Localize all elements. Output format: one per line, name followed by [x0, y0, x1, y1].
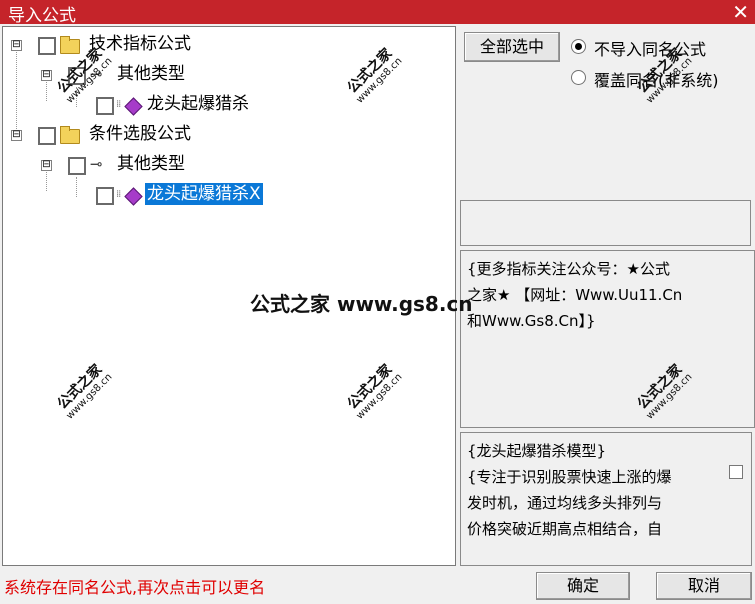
link-icon: ⁞⁞	[116, 99, 121, 110]
tree-leaf-formula[interactable]: ⁞⁞ 龙头起爆猎杀	[3, 94, 303, 119]
empty-field	[460, 200, 751, 246]
tree-node-technical[interactable]: ⊟ 技术指标公式	[3, 34, 303, 59]
checkbox[interactable]	[96, 97, 114, 115]
checkbox[interactable]	[38, 37, 56, 55]
folder-icon	[60, 36, 80, 54]
cancel-button[interactable]: 取消	[656, 572, 752, 600]
checkbox[interactable]	[38, 127, 56, 145]
tree-node-stock-select[interactable]: ⊟ 条件选股公式	[3, 124, 303, 149]
tree-node-label: 条件选股公式	[89, 124, 191, 144]
tree-node-other-type[interactable]: ⊟ ⊸ 其他类型	[3, 154, 303, 179]
status-message: 系统存在同名公式,再次点击可以更名	[4, 578, 266, 597]
description-box: {龙头起爆猎杀模型} {专注于识别股票快速上涨的爆 发时机，通过均线多头排列与 …	[460, 432, 752, 566]
tree-leaf-formula-selected[interactable]: ⁞⁞ 龙头起爆猎杀X	[3, 183, 303, 209]
formula-gem-icon	[124, 97, 143, 116]
tree-node-label: 其他类型	[117, 64, 185, 84]
description-checkbox[interactable]	[729, 465, 743, 479]
collapse-icon[interactable]: ⊟	[11, 130, 22, 141]
collapse-icon[interactable]: ⊟	[41, 160, 52, 171]
description-line: {龙头起爆猎杀模型}	[467, 442, 607, 460]
description-line: 价格突破近期高点相结合，自	[467, 520, 663, 538]
note-line: 和Www.Gs8.Cn】}	[467, 312, 596, 330]
title-bar: 导入公式 ✕	[0, 0, 755, 26]
note-line: 之家★ 【网址：Www.Uu11.Cn	[467, 286, 683, 304]
tree-node-label: 其他类型	[117, 154, 185, 174]
checkbox[interactable]	[96, 187, 114, 205]
radio-no-import-label[interactable]: 不导入同名公式	[594, 36, 706, 60]
watermark-center: 公式之家 www.gs8.cn	[250, 292, 473, 316]
description-line: 发时机，通过均线多头排列与	[467, 494, 663, 512]
radio-overwrite[interactable]	[571, 70, 586, 85]
select-all-button[interactable]: 全部选中	[464, 32, 560, 62]
collapse-icon[interactable]: ⊟	[11, 40, 22, 51]
formula-gem-icon	[124, 187, 143, 206]
window-title: 导入公式	[8, 6, 76, 26]
tree-node-other-type[interactable]: ⊟ ⊸ 其他类型	[3, 64, 303, 89]
info-note-box: {更多指标关注公众号：★公式 之家★ 【网址：Www.Uu11.Cn 和Www.…	[460, 250, 755, 428]
description-line: {专注于识别股票快速上涨的爆	[467, 468, 672, 486]
tree-node-label: 龙头起爆猎杀	[147, 94, 249, 114]
ok-button[interactable]: 确定	[536, 572, 630, 600]
folder-icon	[60, 126, 80, 144]
tree-node-label: 龙头起爆猎杀X	[145, 183, 263, 205]
checkbox[interactable]	[68, 157, 86, 175]
tree-node-label: 技术指标公式	[89, 34, 191, 54]
link-icon: ⁞⁞	[116, 189, 121, 200]
close-icon[interactable]: ✕	[732, 0, 749, 24]
collapse-icon[interactable]: ⊟	[41, 70, 52, 81]
note-line: {更多指标关注公众号：★公式	[467, 260, 670, 278]
radio-no-import[interactable]	[571, 39, 586, 54]
key-icon: ⊸	[90, 155, 103, 173]
